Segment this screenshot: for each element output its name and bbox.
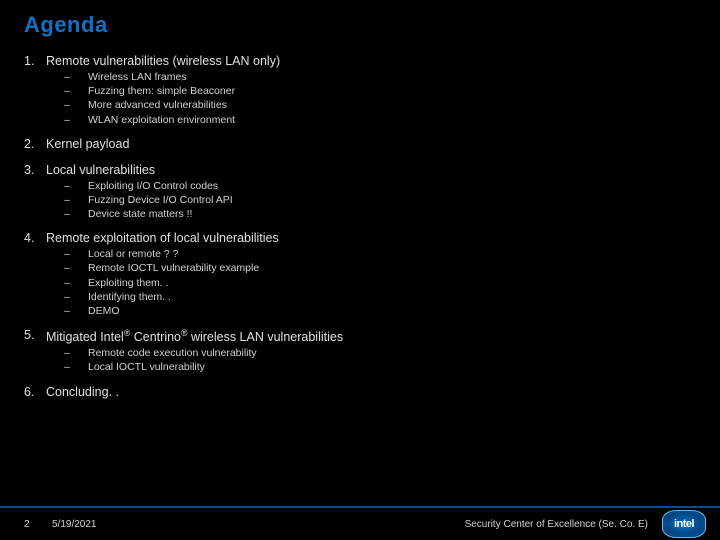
sub-item-label: WLAN exploitation environment <box>88 113 696 127</box>
dash-icon: – <box>46 179 88 193</box>
sub-list: –Remote code execution vulnerability–Loc… <box>46 346 696 374</box>
agenda-list: 1.Remote vulnerabilities (wireless LAN o… <box>24 54 696 401</box>
dash-icon: – <box>46 346 88 360</box>
sub-item-label: DEMO <box>88 304 696 318</box>
item-label: Remote vulnerabilities (wireless LAN onl… <box>46 54 696 68</box>
dash-icon: – <box>46 84 88 98</box>
item-label: Mitigated Intel® Centrino® wireless LAN … <box>46 328 696 344</box>
sub-item: –Exploiting them. . <box>46 276 696 290</box>
sub-item: –Fuzzing them: simple Beaconer <box>46 84 696 98</box>
item-number: 5. <box>24 328 46 375</box>
footer-org: Security Center of Excellence (Se. Co. E… <box>465 519 648 530</box>
agenda-item: 6.Concluding. . <box>24 385 696 401</box>
sub-item-label: Identifying them. . <box>88 290 696 304</box>
sub-list: –Local or remote ? ?–Remote IOCTL vulner… <box>46 247 696 318</box>
sub-item: –Device state matters !! <box>46 207 696 221</box>
sub-item: –Wireless LAN frames <box>46 70 696 84</box>
sub-list: –Exploiting I/O Control codes–Fuzzing De… <box>46 179 696 222</box>
sub-item-label: Wireless LAN frames <box>88 70 696 84</box>
dash-icon: – <box>46 70 88 84</box>
sub-item: –WLAN exploitation environment <box>46 113 696 127</box>
agenda-item: 1.Remote vulnerabilities (wireless LAN o… <box>24 54 696 127</box>
sub-item-label: Remote code execution vulnerability <box>88 346 696 360</box>
item-body: Kernel payload <box>46 137 696 153</box>
item-number: 4. <box>24 231 46 318</box>
item-label: Remote exploitation of local vulnerabili… <box>46 231 696 245</box>
sub-item-label: Local IOCTL vulnerability <box>88 360 696 374</box>
slide-title: Agenda <box>24 12 696 38</box>
sub-item: –Fuzzing Device I/O Control API <box>46 193 696 207</box>
dash-icon: – <box>46 207 88 221</box>
intel-logo: intel <box>662 510 706 538</box>
sub-item: –Remote IOCTL vulnerability example <box>46 261 696 275</box>
footer-date: 5/19/2021 <box>52 519 97 530</box>
item-number: 2. <box>24 137 46 153</box>
item-body: Concluding. . <box>46 385 696 401</box>
item-body: Remote exploitation of local vulnerabili… <box>46 231 696 318</box>
dash-icon: – <box>46 276 88 290</box>
item-number: 3. <box>24 163 46 222</box>
sub-item-label: Remote IOCTL vulnerability example <box>88 261 696 275</box>
slide-footer: 2 5/19/2021 Security Center of Excellenc… <box>0 506 720 540</box>
sub-item: –Local IOCTL vulnerability <box>46 360 696 374</box>
agenda-item: 3.Local vulnerabilities –Exploiting I/O C… <box>24 163 696 222</box>
sub-item-label: Fuzzing Device I/O Control API <box>88 193 696 207</box>
sub-item-label: Exploiting them. . <box>88 276 696 290</box>
sub-item-label: Exploiting I/O Control codes <box>88 179 696 193</box>
sub-item: –Identifying them. . <box>46 290 696 304</box>
agenda-item: 4.Remote exploitation of local vulnerabi… <box>24 231 696 318</box>
item-body: Remote vulnerabilities (wireless LAN onl… <box>46 54 696 127</box>
item-label: Kernel payload <box>46 137 696 151</box>
slide-body: Agenda 1.Remote vulnerabilities (wireles… <box>0 0 720 401</box>
sub-item-label: Local or remote ? ? <box>88 247 696 261</box>
item-label: Local vulnerabilities <box>46 163 696 177</box>
dash-icon: – <box>46 98 88 112</box>
item-body: Local vulnerabilities –Exploiting I/O Con… <box>46 163 696 222</box>
item-body: Mitigated Intel® Centrino® wireless LAN … <box>46 328 696 375</box>
dash-icon: – <box>46 113 88 127</box>
sub-item-label: More advanced vulnerabilities <box>88 98 696 112</box>
dash-icon: – <box>46 261 88 275</box>
sub-item: –Local or remote ? ? <box>46 247 696 261</box>
sub-item: –DEMO <box>46 304 696 318</box>
dash-icon: – <box>46 193 88 207</box>
agenda-item: 2.Kernel payload <box>24 137 696 153</box>
page-number: 2 <box>24 519 52 530</box>
sub-item-label: Device state matters !! <box>88 207 696 221</box>
sub-item: –Remote code execution vulnerability <box>46 346 696 360</box>
sub-item: –More advanced vulnerabilities <box>46 98 696 112</box>
dash-icon: – <box>46 304 88 318</box>
dash-icon: – <box>46 290 88 304</box>
item-number: 1. <box>24 54 46 127</box>
dash-icon: – <box>46 247 88 261</box>
intel-logo-text: intel <box>674 518 694 530</box>
agenda-item: 5.Mitigated Intel® Centrino® wireless LA… <box>24 328 696 375</box>
sub-list: –Wireless LAN frames–Fuzzing them: simpl… <box>46 70 696 127</box>
sub-item-label: Fuzzing them: simple Beaconer <box>88 84 696 98</box>
dash-icon: – <box>46 360 88 374</box>
sub-item: –Exploiting I/O Control codes <box>46 179 696 193</box>
item-number: 6. <box>24 385 46 401</box>
item-label: Concluding. . <box>46 385 696 399</box>
